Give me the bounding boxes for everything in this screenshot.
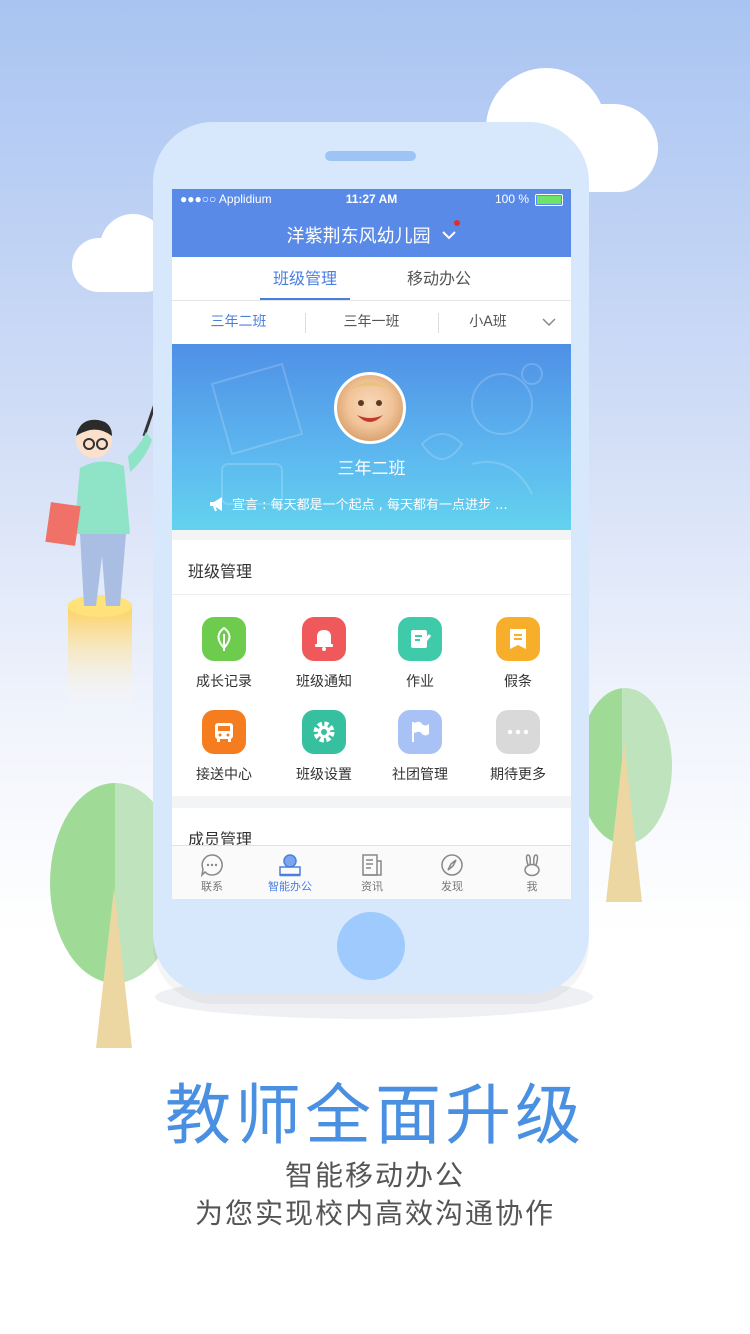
tree-trunk [96, 888, 132, 1048]
status-bar: ●●●○○ Applidium 11:27 AM 100 % [172, 189, 571, 210]
compass-icon [441, 854, 463, 876]
grid-item-pickup-center[interactable]: 接送中心 [176, 710, 272, 784]
bottom-nav-contacts[interactable]: 联系 [172, 852, 252, 894]
note-icon [496, 617, 540, 661]
class-option[interactable]: 小A班 [438, 301, 538, 344]
edit-icon [398, 617, 442, 661]
teacher-illustration [45, 400, 158, 714]
notification-dot [454, 220, 460, 226]
news-icon [362, 854, 382, 876]
app-screen: ●●●○○ Applidium 11:27 AM 100 % 洋紫荆东风幼儿园 … [172, 189, 571, 899]
bottom-nav-news[interactable]: 资讯 [332, 852, 412, 894]
class-selector: 三年二班 三年一班 小A班 [172, 301, 571, 344]
phone-speaker [325, 151, 416, 161]
bell-icon [302, 617, 346, 661]
grid-item-club-management[interactable]: 社团管理 [372, 710, 468, 784]
grid-item-leave-note[interactable]: 假条 [470, 617, 566, 691]
class-banner: 三年二班 宣言 : 每天都是一个起点 , 每天都有一点进步 ... [172, 344, 571, 530]
nav-bar[interactable]: 洋紫荆东风幼儿园 [172, 210, 571, 257]
battery-percent: 100 % [494, 192, 529, 206]
bottom-nav-smart-office[interactable]: 智能办公 [250, 852, 330, 894]
promo-description: 为您实现校内高效沟通协作 [194, 1197, 555, 1230]
grid-item-class-settings[interactable]: 班级设置 [276, 710, 372, 784]
bus-icon [202, 710, 246, 754]
section-title: 班级管理 [188, 562, 253, 581]
class-management-section: 班级管理 成长记录 班级通知 作业 假条 接送中心 班级设置 社团管理 期待更多 [172, 540, 571, 796]
grid-item-more[interactable]: 期待更多 [470, 710, 566, 784]
battery-icon [535, 193, 563, 206]
rabbit-icon [524, 854, 540, 877]
bottom-nav-discover[interactable]: 发现 [412, 852, 492, 894]
class-motto: 宣言 : 每天都是一个起点 , 每天都有一点进步 ... [232, 498, 508, 513]
grid-item-homework[interactable]: 作业 [372, 617, 468, 691]
school-title: 洋紫荆东风幼儿园 [286, 226, 431, 247]
promo-subtitle: 智能移动办公 [284, 1159, 465, 1192]
tree-trunk [606, 742, 642, 902]
tab-mobile-office[interactable]: 移动办公 [394, 257, 484, 300]
flag-icon [398, 710, 442, 754]
gear-icon [302, 710, 346, 754]
grid-item-class-notice[interactable]: 班级通知 [276, 617, 372, 691]
grid-item-growth-record[interactable]: 成长记录 [176, 617, 272, 691]
avatar[interactable] [334, 372, 406, 444]
bottom-nav-me[interactable]: 我 [492, 852, 571, 894]
home-button[interactable] [337, 912, 405, 980]
chevron-down-icon[interactable] [442, 230, 457, 240]
tab-class-management[interactable]: 班级管理 [260, 257, 350, 300]
class-option[interactable]: 三年一班 [305, 301, 438, 344]
promo-headline: 教师全面升级 [165, 1077, 585, 1154]
office-icon [279, 854, 301, 877]
class-option[interactable]: 三年二班 [172, 301, 305, 344]
class-name: 三年二班 [337, 459, 406, 479]
more-icon [496, 710, 540, 754]
bottom-nav: 联系 智能办公 资讯 发现 我 [172, 845, 571, 899]
megaphone-icon [210, 497, 222, 512]
leaf-icon [202, 617, 246, 661]
chat-icon [200, 854, 223, 877]
tab-bar: 班级管理 移动办公 [172, 257, 571, 301]
chevron-down-icon[interactable] [542, 317, 556, 327]
